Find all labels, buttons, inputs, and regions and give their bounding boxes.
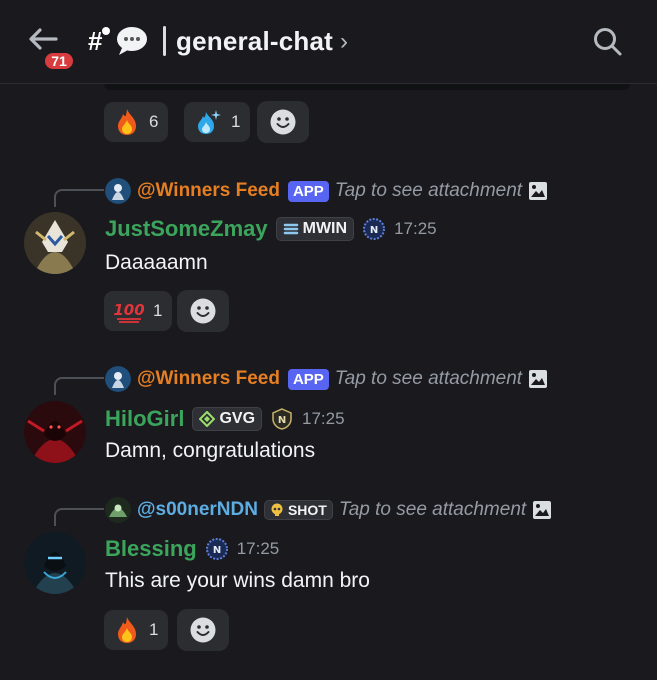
clan-tag[interactable]: GVG (192, 407, 263, 431)
s00nerndn-avatar (105, 497, 131, 523)
message-header: JustSomeZmay MWIN N 17:25 (105, 214, 437, 244)
add-reaction-button[interactable] (177, 290, 229, 332)
reaction-100[interactable]: 100 1 (104, 291, 173, 331)
search-icon[interactable] (592, 26, 624, 58)
svg-text:N: N (278, 415, 286, 426)
clan-tag-label: GVG (219, 410, 256, 427)
unread-badge: 71 (42, 50, 76, 72)
reaction-count: 1 (149, 620, 159, 639)
reaction-blue-flame[interactable]: 1 (184, 102, 251, 142)
previous-message-embed (104, 84, 630, 90)
title-divider (163, 26, 166, 56)
message-text: Daaaaamn (105, 251, 208, 274)
user-avatar[interactable] (24, 401, 86, 463)
role-badge-icon: N (272, 408, 292, 430)
smiley-icon (190, 298, 216, 324)
channel-header: 71 # general-chat › (0, 0, 657, 84)
winners-feed-avatar (105, 366, 131, 392)
role-badge-icon: N (363, 218, 386, 240)
message-text: Damn, congratulations (105, 439, 316, 462)
fire-icon (118, 617, 136, 643)
clan-tag-label: MWIN (302, 220, 348, 237)
username[interactable]: Blessing (105, 536, 197, 562)
smiley-icon (270, 109, 296, 135)
reply-connector (54, 508, 104, 526)
reaction-count: 1 (231, 112, 241, 131)
svg-text:N: N (213, 545, 221, 556)
hundred-icon: 100 (114, 301, 144, 323)
reaction-count: 6 (149, 112, 159, 131)
svg-text:N: N (370, 225, 378, 236)
message-text: This are your wins damn bro (105, 569, 370, 592)
reply-reference[interactable]: @s00nerNDN SHOT Tap to see attachment (105, 496, 552, 524)
add-reaction-button[interactable] (257, 101, 309, 143)
reaction-fire[interactable]: 1 (104, 610, 169, 650)
reply-preview-text: Tap to see attachment (334, 180, 523, 201)
clan-tag[interactable]: MWIN (275, 217, 355, 241)
timestamp: 17:25 (236, 539, 280, 558)
message-header: HiloGirl GVG N 17:25 (105, 404, 345, 434)
username[interactable]: HiloGirl (105, 406, 184, 432)
clan-tag: SHOT (263, 500, 333, 520)
reply-author[interactable]: @Winners Feed (137, 368, 280, 390)
reply-author[interactable]: @Winners Feed (137, 180, 280, 202)
user-avatar[interactable] (24, 212, 86, 274)
message-header: Blessing N 17:25 (105, 534, 279, 564)
reply-preview-text: Tap to see attachment (338, 499, 527, 520)
reply-preview-text: Tap to see attachment (334, 368, 523, 389)
winners-feed-avatar (105, 178, 131, 204)
add-reaction-button[interactable] (177, 609, 229, 651)
channel-title[interactable]: general-chat (176, 26, 333, 57)
clan-tag-label: SHOT (287, 502, 327, 518)
timestamp: 17:25 (394, 219, 437, 238)
smiley-icon (190, 617, 216, 643)
app-tag: APP (287, 180, 329, 202)
blue-flame-sparkle-icon (198, 110, 221, 134)
speech-bubble-icon (117, 27, 147, 55)
role-badge-icon: N (205, 538, 228, 560)
app-tag: APP (287, 368, 329, 390)
fire-icon (118, 109, 136, 135)
clan-emblem-icon (283, 223, 298, 235)
reaction-fire[interactable]: 6 (104, 102, 169, 142)
reply-connector (54, 189, 104, 207)
thread-dot-icon (102, 27, 110, 35)
skull-icon (271, 503, 283, 516)
svg-text:100: 100 (114, 301, 144, 319)
chevron-right-icon[interactable]: › (340, 28, 348, 56)
reply-reference[interactable]: @Winners Feed APP Tap to see attachment (105, 177, 548, 205)
clan-emblem-icon (199, 411, 216, 427)
image-icon (529, 182, 548, 200)
image-icon (529, 370, 548, 388)
user-avatar[interactable] (24, 532, 86, 594)
reply-reference[interactable]: @Winners Feed APP Tap to see attachment (105, 365, 548, 393)
image-icon (533, 501, 552, 519)
reaction-count: 1 (153, 301, 163, 320)
timestamp: 17:25 (302, 409, 345, 428)
username[interactable]: JustSomeZmay (105, 216, 268, 242)
reply-author[interactable]: @s00nerNDN (137, 499, 258, 521)
reply-connector (54, 377, 104, 395)
